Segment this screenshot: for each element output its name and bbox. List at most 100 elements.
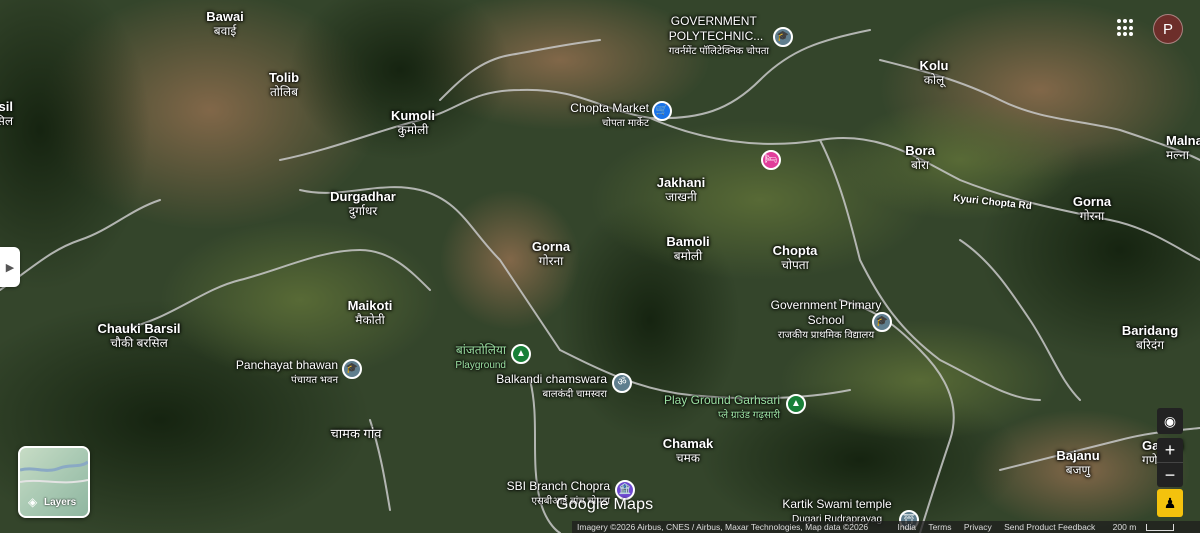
school-icon[interactable]: 🎓 [342, 359, 362, 379]
shopping-cart-icon[interactable]: 🛒 [652, 101, 672, 121]
poi-name: Play Ground Garhsari [663, 393, 780, 407]
layers-icon: ◈ [28, 495, 38, 509]
place-subname: चमक [675, 451, 701, 465]
poi-subname: चोपता मार्केट [602, 118, 649, 129]
poi-label-polytechnic[interactable]: GOVERNMENT POLYTECHNIC... गवर्नमेंट पॉलिट… [669, 14, 769, 59]
place-subname: गोरना [1079, 209, 1105, 223]
place-label-baridang[interactable]: Baridang बरिदंग [1122, 323, 1178, 353]
footer-link-india[interactable]: India [898, 522, 916, 532]
tree-icon[interactable]: ▲ [511, 344, 531, 364]
school-icon[interactable]: 🎓 [872, 312, 892, 332]
poi-name: Chopta Market [570, 101, 649, 115]
place-name: Chopta [772, 243, 818, 258]
location-target-icon: ◉ [1163, 412, 1177, 429]
place-name: Maikoti [347, 298, 393, 313]
apps-dot [1117, 32, 1121, 37]
poi-label-primary-school[interactable]: Government Primary School राजकीय प्राथमिक… [766, 298, 886, 343]
place-name: Jakhani [656, 175, 706, 190]
place-label-chamak[interactable]: Chamak चमक [663, 436, 714, 466]
pegman-icon[interactable]: ♟ [1157, 489, 1183, 517]
google-apps-button[interactable] [1117, 19, 1135, 37]
place-label-sil[interactable]: silसिल [0, 99, 13, 129]
place-label-gorna-west[interactable]: Gorna गोरना [532, 239, 570, 269]
place-subname: चोपता [781, 258, 809, 272]
footer-link-feedback[interactable]: Send Product Feedback [1004, 522, 1095, 532]
place-label-kolu[interactable]: Kolu कोलू [920, 58, 949, 88]
place-subname: जाखनी [665, 190, 697, 204]
place-label-kumoli[interactable]: Kumoli कुमोली [391, 108, 435, 138]
place-subname: सिल [0, 114, 13, 128]
place-subname: गोरना [538, 254, 564, 268]
apps-dot [1129, 19, 1133, 23]
place-label-bajanu[interactable]: Bajanu बजणु [1056, 448, 1099, 478]
poi-label-panchayat-bhawan[interactable]: Panchayat bhawan पंचायत भवन [236, 358, 338, 388]
place-subname: बरिदंग [1136, 338, 1164, 352]
place-name: चामक गांव [330, 426, 382, 441]
place-subname: कोलू [923, 73, 945, 87]
place-label-chauki-barsil[interactable]: Chauki Barsil चौकी बरसिल [97, 321, 180, 351]
place-name: Tolib [268, 70, 300, 85]
expand-panel-button[interactable]: ▶ [0, 247, 20, 287]
apps-dot [1129, 32, 1133, 37]
poi-label-banjtoliya[interactable]: बांजतोलिया Playground [455, 343, 506, 373]
school-icon[interactable]: 🎓 [773, 27, 793, 47]
account-avatar[interactable]: P [1153, 14, 1183, 44]
place-subname: कुमोली [397, 123, 429, 137]
poi-label-chopta-market[interactable]: Chopta Market चोपता मार्केट [570, 101, 649, 131]
poi-subname: राजकीय प्राथमिक विद्यालय [777, 330, 875, 341]
place-subname: बोरा [911, 158, 929, 172]
layers-label: Layers [44, 497, 77, 508]
place-name: Gorna [531, 239, 571, 254]
place-label-chopta[interactable]: Chopta चोपता [773, 243, 818, 273]
place-label-bora[interactable]: Bora बोरा [905, 143, 935, 173]
place-subname: तोलिब [269, 85, 299, 99]
place-label-gorna-east[interactable]: Gorna गोरना [1073, 194, 1111, 224]
place-label-jakhani[interactable]: Jakhani जाखनी [657, 175, 705, 205]
poi-label-balkandi-chamswara[interactable]: Balkandi chamswara बालकंदी चामस्वरा [496, 372, 607, 402]
chevron-right-icon: ▶ [5, 261, 15, 274]
place-subname: दुर्गाधर [348, 204, 378, 218]
poi-name: Balkandi chamswara [496, 372, 607, 386]
scale-indicator[interactable]: 200 m [1108, 522, 1180, 532]
place-name: Chamak [662, 436, 714, 451]
place-name: Kumoli [390, 108, 436, 123]
apps-dot [1123, 25, 1127, 30]
layers-button[interactable]: ◈ Layers [18, 446, 90, 518]
place-label-durgadhar[interactable]: Durgadhar दुर्गाधर [330, 189, 396, 219]
footer-link-privacy[interactable]: Privacy [964, 522, 992, 532]
place-name: sil [0, 99, 13, 114]
imagery-attribution: Imagery ©2026 Airbus, CNES / Airbus, Max… [577, 522, 869, 532]
place-subname: बवाई [213, 24, 237, 38]
poi-subname: गवर्नमेंट पॉलिटेक्निक चोपता [668, 46, 769, 57]
zoom-out-button[interactable]: − [1157, 462, 1183, 487]
hotel-icon[interactable]: 🛏 [761, 150, 781, 170]
zoom-in-button[interactable]: + [1157, 438, 1183, 462]
place-name: Malna [1166, 133, 1200, 148]
place-label-malna[interactable]: Malna मल्ना [1166, 133, 1200, 163]
place-subname: बजणु [1065, 463, 1091, 477]
om-icon[interactable]: ॐ [612, 373, 632, 393]
map-canvas[interactable]: Bawai बवाई Tolib तोलिब Kumoli कुमोली Durgad… [0, 0, 1200, 533]
place-label-chamak-gaon[interactable]: चामक गांव [331, 426, 382, 441]
poi-subname: प्ले ग्राउंड गढ़सारी [718, 410, 780, 421]
place-name: Bora [905, 143, 935, 158]
place-name: Kolu [919, 58, 949, 73]
poi-subname: बालकंदी चामस्वरा [542, 389, 608, 400]
poi-subname: Playground [455, 360, 506, 371]
apps-dot [1117, 25, 1121, 30]
place-label-bamoli[interactable]: Bamoli बमोली [666, 234, 709, 264]
apps-dot [1123, 32, 1127, 37]
place-label-bawai[interactable]: Bawai बवाई [206, 9, 244, 39]
poi-label-play-ground-garhsari[interactable]: Play Ground Garhsari प्ले ग्राउंड गढ़सारी [664, 393, 780, 423]
place-name: Bajanu [1056, 448, 1100, 463]
poi-name: GOVERNMENT POLYTECHNIC... [668, 14, 764, 43]
tree-icon[interactable]: ▲ [786, 394, 806, 414]
footer-link-terms[interactable]: Terms [928, 522, 951, 532]
poi-name: Panchayat bhawan [235, 358, 338, 372]
place-name: Baridang [1121, 323, 1179, 338]
place-label-tolib[interactable]: Tolib तोलिब [269, 70, 299, 100]
poi-name: Government Primary School [770, 298, 882, 327]
place-label-maikoti[interactable]: Maikoti मैकोती [348, 298, 393, 328]
my-location-button[interactable]: ◉ [1157, 408, 1183, 434]
google-maps-logo: Google Maps [556, 496, 654, 513]
